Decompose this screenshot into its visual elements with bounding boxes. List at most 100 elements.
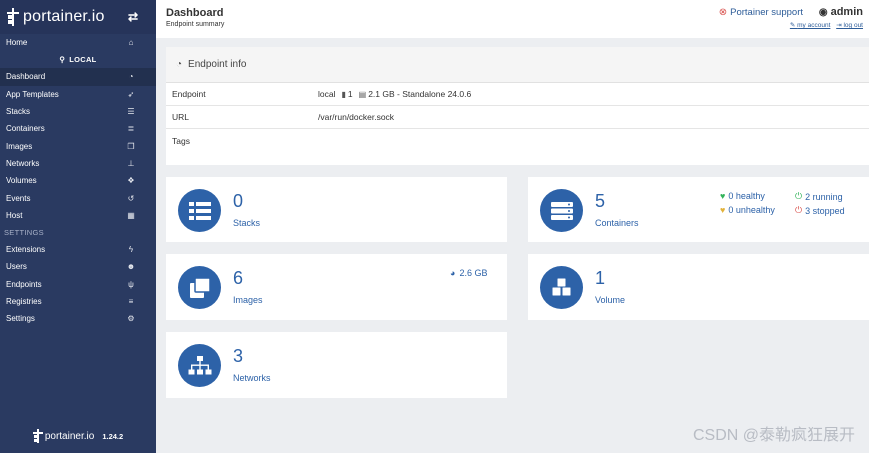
sidebar-item-label: Containers xyxy=(6,124,45,134)
pie-chart-icon: ◕ xyxy=(450,268,456,278)
sidebar-item-stacks[interactable]: Stacks ☰ xyxy=(0,103,156,120)
info-row-endpoint: Endpoint local ▮ 1 ▤ 2.1 GB - Standalone… xyxy=(166,83,869,106)
images-card[interactable]: 6 Images ◕ 2.6 GB xyxy=(166,254,507,320)
rocket-icon: ➶ xyxy=(127,89,135,99)
cubes-icon xyxy=(540,266,583,309)
info-row-url: URL /var/run/docker.sock xyxy=(166,106,869,129)
tachometer-icon: ◔ xyxy=(128,72,134,82)
heart-icon: ♥ xyxy=(720,191,726,201)
watermark: CSDN @泰勒疯狂展开 xyxy=(692,427,855,444)
healthy-count: ♥ 0 healthy xyxy=(720,191,765,201)
server-icon: ≣ xyxy=(127,124,135,134)
sidebar-item-endpoints[interactable]: Endpoints ψ xyxy=(0,276,156,293)
page-title: Dashboard xyxy=(166,7,224,19)
th-list-icon: ☰ xyxy=(127,107,135,117)
clone-icon xyxy=(178,266,221,309)
sidebar-item-networks[interactable]: Networks ⊥ xyxy=(0,155,156,172)
containers-count: 5 xyxy=(595,191,606,211)
containers-card[interactable]: 5 Containers ♥ 0 healthy ⏻ 2 running ♥ 0… xyxy=(528,177,869,242)
tachometer-icon: ◔ xyxy=(176,59,183,70)
sidebar-item-label: Registries xyxy=(6,297,42,306)
portainer-logo-icon xyxy=(6,8,20,26)
stopped-count: ⏻ 3 stopped xyxy=(795,205,845,216)
sidebar-item-label: Endpoints xyxy=(6,279,42,289)
header: Dashboard Endpoint summary ⊗ Portainer s… xyxy=(156,0,869,38)
stacks-count: 0 xyxy=(233,191,244,211)
my-account-link[interactable]: ✎ my account xyxy=(790,22,831,29)
sitemap-icon: ⊥ xyxy=(127,158,135,168)
sidebar-item-label: Dashboard xyxy=(6,72,46,82)
microchip-icon: ▮ xyxy=(341,89,346,99)
sidebar-item-label: Images xyxy=(6,141,33,151)
settings-section-label: SETTINGS xyxy=(4,227,44,237)
times-circle-icon: ⊗ xyxy=(718,7,728,18)
sidebar-item-label: Networks xyxy=(6,158,40,168)
clone-icon: ❐ xyxy=(127,141,135,151)
sidebar-item-dashboard[interactable]: Dashboard ◔ xyxy=(0,68,156,86)
power-icon: ⏻ xyxy=(795,205,803,215)
volumes-count: 1 xyxy=(595,268,606,288)
endpoint-info-header: ◔ Endpoint info xyxy=(166,47,869,83)
cubes-icon: ❖ xyxy=(127,176,135,186)
sidebar-item-label: Extensions xyxy=(6,245,46,255)
exchange-icon[interactable]: ⇄ xyxy=(128,10,138,24)
sidebar-item-users[interactable]: Users ☻ xyxy=(0,258,156,275)
users-icon: ☻ xyxy=(126,262,136,272)
sidebar-item-label: Volumes xyxy=(6,176,37,186)
user-name: ◉ admin xyxy=(818,6,863,18)
home-icon: ⌂ xyxy=(128,38,134,48)
info-key: Tags xyxy=(172,136,190,146)
th-icon: ▦ xyxy=(127,210,135,220)
cogs-icon: ⚙ xyxy=(127,314,135,324)
sidebar-item-volumes[interactable]: Volumes ❖ xyxy=(0,172,156,189)
sidebar: portainer.io ⇄ Home ⌂ ⚲ LOCAL Dashboard … xyxy=(0,0,156,453)
networks-label: Networks xyxy=(233,373,271,383)
volumes-label: Volume xyxy=(595,295,626,305)
images-label: Images xyxy=(233,295,263,305)
sidebar-item-label: App Templates xyxy=(6,89,59,99)
history-icon: ↺ xyxy=(127,193,135,203)
stacks-label: Stacks xyxy=(233,218,261,228)
sidebar-item-host[interactable]: Host ▦ xyxy=(0,207,156,224)
brand-name: portainer.io xyxy=(23,8,105,25)
memory-icon: ▤ xyxy=(358,89,367,99)
sidebar-item-images[interactable]: Images ❐ xyxy=(0,137,156,154)
info-value: /var/run/docker.sock xyxy=(318,112,395,122)
sidebar-item-registries[interactable]: Registries ≡ xyxy=(0,293,156,310)
user-circle-icon: ◉ xyxy=(818,6,828,18)
brand[interactable]: portainer.io ⇄ xyxy=(0,0,156,34)
sidebar-item-extensions[interactable]: Extensions ϟ xyxy=(0,241,156,258)
sidebar-item-label: Host xyxy=(6,210,23,220)
stacks-card[interactable]: 0 Stacks xyxy=(166,177,507,242)
sidebar-item-events[interactable]: Events ↺ xyxy=(0,189,156,206)
networks-card[interactable]: 3 Networks xyxy=(166,332,507,398)
running-count: ⏻ 2 running xyxy=(795,191,843,202)
sidebar-item-label: Settings xyxy=(6,314,35,324)
support-link[interactable]: ⊗ Portainer support xyxy=(719,7,803,18)
volumes-card[interactable]: 1 Volume xyxy=(528,254,869,320)
sidebar-item-containers[interactable]: Containers ≣ xyxy=(0,120,156,137)
images-size: ◕ 2.6 GB xyxy=(450,268,488,278)
containers-label: Containers xyxy=(595,218,639,228)
info-key: URL xyxy=(172,112,190,122)
sidebar-item-label: Stacks xyxy=(6,107,31,117)
images-count: 6 xyxy=(233,268,244,288)
sidebar-item-home[interactable]: Home ⌂ xyxy=(0,34,156,51)
footer-brand: portainer.io xyxy=(44,430,95,442)
sidebar-item-label: Users xyxy=(6,262,27,272)
sidebar-item-label: Events xyxy=(6,193,31,203)
networks-count: 3 xyxy=(233,346,244,366)
version-label: 1.24.2 xyxy=(102,431,124,441)
sidebar-item-label: Home xyxy=(6,38,28,48)
info-value: local ▮ 1 ▤ 2.1 GB - Standalone 24.0.6 xyxy=(318,89,472,99)
log-out-link[interactable]: ⇥ log out xyxy=(836,22,863,29)
sidebar-item-settings[interactable]: Settings ⚙ xyxy=(0,310,156,327)
database-icon: ≡ xyxy=(128,297,134,306)
server-icon xyxy=(540,189,583,232)
portainer-logo-icon xyxy=(32,429,43,443)
endpoint-label: ⚲ LOCAL xyxy=(59,55,97,65)
sidebar-item-app-templates[interactable]: App Templates ➶ xyxy=(0,86,156,103)
endpoint-info-title: Endpoint info xyxy=(188,59,247,70)
sitemap-icon xyxy=(178,344,221,387)
info-key: Endpoint xyxy=(172,89,206,99)
